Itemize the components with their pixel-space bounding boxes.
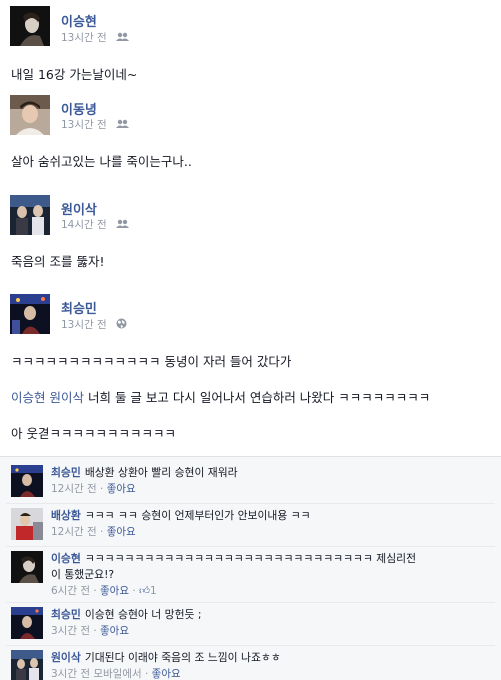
post-timestamp: 13시간 전 — [61, 30, 130, 45]
separator: · — [96, 483, 107, 495]
post-author[interactable]: 최승민 — [61, 298, 97, 317]
comment-time[interactable]: 12시간 전 — [51, 483, 97, 495]
post-time[interactable]: 13시간 전 — [61, 319, 107, 331]
comment-meta: 3시간 전 · 좋아요 — [51, 623, 491, 639]
friends-icon[interactable] — [116, 119, 130, 131]
mention-link[interactable]: 이승현 — [11, 390, 46, 405]
comment-author[interactable]: 최승민 — [51, 608, 81, 621]
comment-body: 이승현 ㅋㅋㅋㅋㅋㅋㅋㅋㅋㅋㅋㅋㅋㅋㅋㅋㅋㅋㅋㅋㅋㅋㅋㅋㅋㅋㅋㅋㅋ 제심리전 이 … — [51, 551, 491, 599]
comment-list: 최승민 배상환 상환아 빨리 승현이 재워라 12시간 전 · 좋아요 배상환 ㅋㅋ… — [0, 456, 501, 680]
like-button[interactable]: 좋아요 — [152, 668, 181, 680]
comment-text-cont: 이 통했군요!? — [51, 568, 115, 581]
separator: · — [90, 625, 101, 637]
like-button[interactable]: 좋아요 — [100, 585, 129, 597]
post-text-line3: 아 웃겯ㅋㅋㅋㅋㅋㅋㅋㅋㅋㅋㅋ — [11, 426, 176, 441]
comment-text: 배상환 상환아 빨리 승현이 재워라 — [84, 466, 238, 479]
post-time[interactable]: 13시간 전 — [61, 119, 107, 131]
post-timestamp: 14시간 전 — [61, 217, 130, 232]
comment-time[interactable]: 3시간 전 — [51, 668, 90, 680]
like-button[interactable]: 좋아요 — [107, 526, 136, 538]
mention-link[interactable]: 원이삭 — [50, 390, 85, 405]
post-time[interactable]: 14시간 전 — [61, 219, 107, 231]
post-time[interactable]: 13시간 전 — [61, 32, 107, 44]
like-button[interactable]: 좋아요 — [100, 625, 129, 637]
comment-author[interactable]: 최승민 — [51, 466, 81, 479]
comment-body: 최승민 배상환 상환아 빨리 승현이 재워라 12시간 전 · 좋아요 — [51, 465, 491, 497]
separator: · — [90, 585, 101, 597]
post-text: 살아 숨쉬고있는 나를 죽이는구나.. — [11, 154, 192, 169]
comment-body: 최승민 이승현 승현아 너 망헌듯 ; 3시간 전 · 좋아요 — [51, 607, 491, 639]
avatar[interactable] — [10, 294, 50, 334]
post: 최승민 13시간 전 ㅋㅋㅋㅋㅋㅋㅋㅋㅋㅋㅋㅋㅋ 동녕이 자러 들어 갔다가 이… — [0, 290, 501, 456]
post-author[interactable]: 이동녕 — [61, 99, 97, 118]
post-text: 죽음의 조를 뚫자! — [11, 254, 105, 269]
comment-text: ㅋㅋㅋㅋㅋㅋㅋㅋㅋㅋㅋㅋㅋㅋㅋㅋㅋㅋㅋㅋㅋㅋㅋㅋㅋㅋㅋㅋㅋ 제심리전 — [84, 552, 417, 565]
divider — [6, 546, 495, 547]
post-text-line1: ㅋㅋㅋㅋㅋㅋㅋㅋㅋㅋㅋㅋㅋ 동녕이 자러 들어 갔다가 — [11, 354, 292, 369]
post-timestamp: 13시간 전 — [61, 117, 130, 132]
separator: · — [141, 668, 152, 680]
avatar[interactable] — [11, 465, 43, 497]
post-text: 내일 16강 가는날이네~ — [11, 67, 138, 82]
divider — [6, 503, 495, 504]
divider — [6, 645, 495, 646]
friends-icon[interactable] — [116, 32, 130, 44]
like-count[interactable]: 1 — [150, 585, 157, 597]
post-author[interactable]: 이승현 — [61, 11, 97, 30]
post-author[interactable]: 원이삭 — [61, 199, 97, 218]
comment-text: 기대된다 이래야 죽음의 조 느낌이 나죠ㅎㅎ — [84, 651, 281, 664]
divider — [6, 602, 495, 603]
comment-meta: 12시간 전 · 좋아요 — [51, 481, 491, 497]
post-text-rest: 너희 둘 글 보고 다시 일어나서 연습하러 나왔다 ㅋㅋㅋㅋㅋㅋㅋㅋ — [84, 390, 431, 405]
thumbs-up-icon[interactable]: 👍︎ — [139, 585, 150, 597]
post-timestamp: 13시간 전 — [61, 317, 127, 332]
avatar[interactable] — [10, 6, 50, 46]
comment-author[interactable]: 이승현 — [51, 552, 81, 565]
comment-body: 배상환 ㅋㅋㅋ ㅋㅋ 승현이 언제부터인가 안보이내용 ㅋㅋ 12시간 전 · 좋… — [51, 508, 491, 540]
avatar[interactable] — [11, 607, 43, 639]
avatar[interactable] — [11, 551, 43, 583]
avatar[interactable] — [10, 195, 50, 235]
post-text-line2: 이승현 원이삭 너희 둘 글 보고 다시 일어나서 연습하러 나왔다 ㅋㅋㅋㅋㅋ… — [11, 387, 430, 406]
separator: · — [96, 526, 107, 538]
comment-via: 모바일에서 — [93, 668, 142, 680]
comment-author[interactable]: 배상환 — [51, 509, 81, 522]
comment-text: 이승현 승현아 너 망헌듯 ; — [84, 608, 202, 621]
comment-meta: 6시간 전 · 좋아요 · 👍︎1 — [51, 583, 491, 599]
avatar[interactable] — [10, 95, 50, 135]
comment-time[interactable]: 6시간 전 — [51, 585, 90, 597]
separator: · — [129, 585, 140, 597]
avatar[interactable] — [11, 508, 43, 540]
comment-time[interactable]: 3시간 전 — [51, 625, 90, 637]
post: 이동녕 13시간 전 살아 숨쉬고있는 나를 죽이는구나.. — [0, 90, 501, 190]
comment-text: ㅋㅋㅋ ㅋㅋ 승현이 언제부터인가 안보이내용 ㅋㅋ — [84, 509, 311, 522]
like-button[interactable]: 좋아요 — [107, 483, 136, 495]
friends-icon[interactable] — [116, 219, 130, 231]
comment-author[interactable]: 원이삭 — [51, 651, 81, 664]
comment-time[interactable]: 12시간 전 — [51, 526, 97, 538]
globe-icon[interactable] — [116, 318, 127, 332]
comment-meta: 12시간 전 · 좋아요 — [51, 524, 491, 540]
comment-body: 원이삭 기대된다 이래야 죽음의 조 느낌이 나죠ㅎㅎ 3시간 전 모바일에서 ·… — [51, 650, 491, 680]
post: 원이삭 14시간 전 죽음의 조를 뚫자! — [0, 190, 501, 285]
comment-meta: 3시간 전 모바일에서 · 좋아요 — [51, 666, 491, 680]
post: 이승현 13시간 전 내일 16강 가는날이네~ — [0, 0, 501, 100]
avatar[interactable] — [11, 650, 43, 680]
